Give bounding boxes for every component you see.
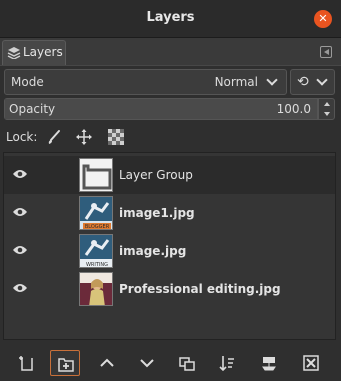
opacity-slider[interactable]: Opacity 100.0	[4, 98, 318, 120]
composite-mode-icon: ⟲	[297, 74, 309, 90]
layer-row[interactable]: Layer Group	[4, 156, 335, 194]
layer-name: Professional editing.jpg	[119, 282, 281, 296]
opacity-value: 100.0	[276, 102, 311, 116]
lower-layer-icon	[140, 359, 154, 368]
increment-icon[interactable]	[324, 102, 330, 106]
layer-thumbnail: WRITING	[79, 234, 113, 268]
image-thumbnail-icon: WRITING	[80, 235, 112, 268]
lock-label: Lock:	[6, 130, 38, 144]
close-icon[interactable]: ✕	[314, 10, 332, 28]
chevron-down-icon	[266, 74, 278, 86]
delete-layer-button[interactable]	[296, 350, 326, 376]
dock-tab-strip: Layers	[0, 38, 341, 65]
duplicate-layer-button[interactable]	[172, 350, 202, 376]
lower-layer-button[interactable]	[132, 350, 162, 376]
tab-menu-icon[interactable]	[320, 46, 332, 58]
layer-thumbnail: BLOGGER	[79, 196, 113, 230]
layer-thumbnail	[79, 272, 113, 306]
layers-toolbar	[0, 344, 341, 381]
thumb-text: BLOGGER	[85, 224, 110, 230]
duplicate-layer-icon	[179, 357, 195, 371]
raise-layer-icon	[100, 358, 114, 367]
eye-icon[interactable]	[13, 169, 27, 179]
new-layer-button[interactable]	[12, 350, 42, 376]
thumb-text: WRITING	[86, 262, 108, 268]
lock-row: Lock:	[4, 127, 334, 147]
checkerboard-icon[interactable]	[108, 129, 124, 145]
opacity-label: Opacity	[9, 102, 56, 116]
mode-label: Mode	[11, 75, 44, 89]
mode-value: Normal	[214, 75, 258, 89]
layers-icon	[7, 47, 21, 59]
eye-icon[interactable]	[13, 283, 27, 293]
anchor-layer-icon	[262, 357, 276, 371]
tab-layers[interactable]: Layers	[2, 40, 66, 65]
delete-layer-icon	[303, 355, 319, 371]
layer-name: image.jpg	[119, 244, 187, 258]
layer-group-thumbnail	[79, 158, 113, 192]
folder-icon	[80, 159, 112, 191]
title-bar: Layers ✕	[0, 0, 341, 38]
merge-layer-icon	[219, 356, 234, 371]
window-title: Layers	[146, 10, 195, 25]
paintbrush-icon[interactable]	[46, 129, 62, 145]
layers-list[interactable]: Layer Group BLOGGER image1.jpg WRITING i…	[3, 152, 336, 340]
chevron-down-icon	[316, 74, 328, 86]
raise-layer-button[interactable]	[92, 350, 122, 376]
opacity-spinner[interactable]	[318, 98, 335, 120]
merge-layer-button[interactable]	[212, 350, 242, 376]
move-icon[interactable]	[76, 129, 92, 145]
image-thumbnail-icon: BLOGGER	[80, 197, 112, 230]
decrement-icon[interactable]	[324, 112, 330, 116]
composite-mode-button[interactable]: ⟲	[290, 69, 335, 95]
new-layer-group-icon	[58, 358, 74, 372]
layer-row[interactable]: WRITING image.jpg	[4, 232, 335, 270]
new-layer-icon	[19, 356, 33, 371]
layer-row[interactable]: BLOGGER image1.jpg	[4, 194, 335, 232]
anchor-layer-button[interactable]	[254, 350, 284, 376]
tab-layers-label: Layers	[23, 45, 63, 59]
eye-icon[interactable]	[13, 245, 27, 255]
photo-thumbnail-icon	[80, 273, 112, 305]
layer-name: image1.jpg	[119, 206, 195, 220]
layer-row[interactable]: Professional editing.jpg	[4, 270, 335, 308]
mode-dropdown[interactable]: Mode Normal	[4, 69, 287, 95]
eye-icon[interactable]	[13, 207, 27, 217]
new-layer-group-button[interactable]	[50, 350, 80, 376]
layer-name: Layer Group	[119, 168, 193, 182]
